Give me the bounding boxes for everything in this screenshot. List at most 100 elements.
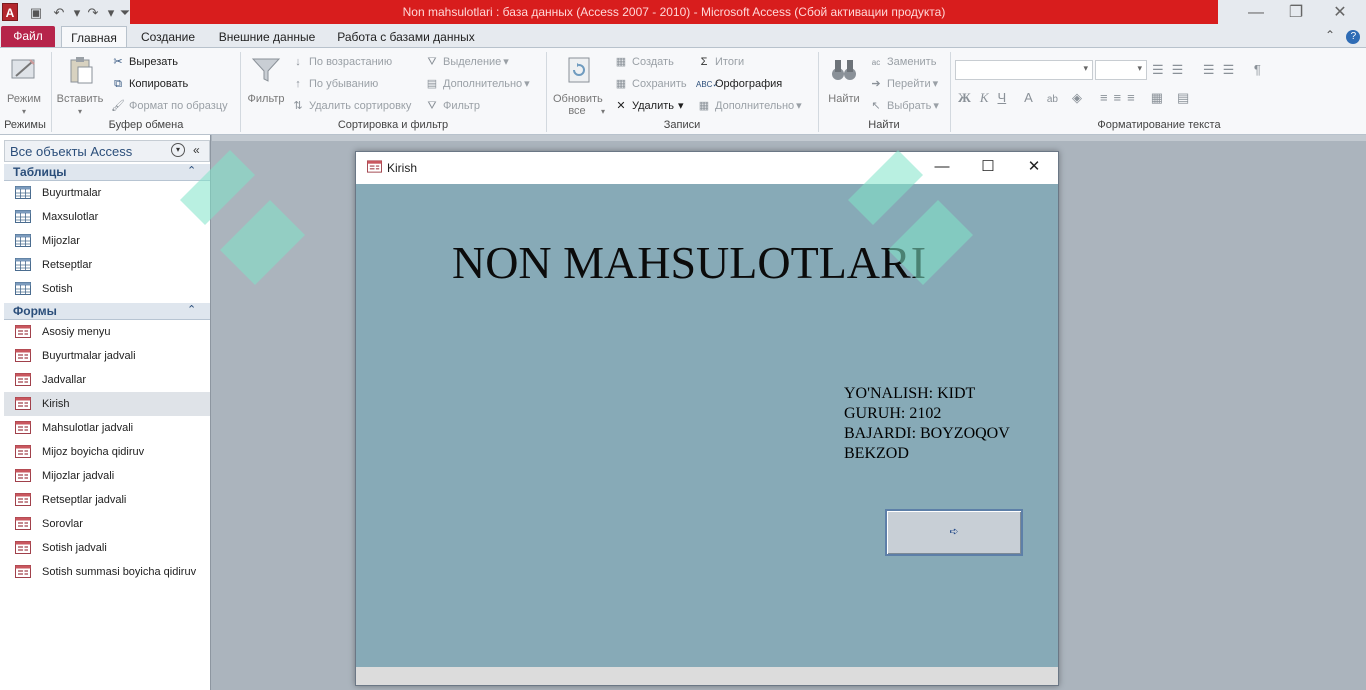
nav-item-label: Buyurtmalar [42, 187, 102, 199]
tab-home[interactable]: Главная [61, 26, 127, 48]
new-record-button[interactable]: ▦ Создать [613, 53, 674, 71]
goto-button[interactable]: ➔ Перейти ▾ [868, 75, 938, 93]
form-close-icon[interactable]: ✕ [1011, 152, 1057, 182]
tab-external-data[interactable]: Внешние данные [212, 26, 322, 48]
gridlines-icon[interactable]: ▦ [1151, 90, 1163, 105]
nav-item-form[interactable]: Buyurtmalar jadvali [4, 344, 210, 368]
sort-descending-button[interactable]: ↑ По убыванию [290, 75, 378, 93]
format-painter-button[interactable]: 🖌 Формат по образцу [110, 97, 228, 115]
nav-item-table[interactable]: Retseptlar [4, 253, 210, 277]
delete-record-button[interactable]: ✕ Удалить ▾ [613, 97, 683, 115]
copy-button[interactable]: ⧉ Копировать [110, 75, 188, 93]
select-button[interactable]: ↖ Выбрать ▾ [868, 97, 938, 115]
form-icon [367, 160, 382, 173]
paste-button[interactable]: Вставить ▾ [54, 54, 106, 118]
group-separator [546, 52, 547, 132]
nav-item-label: Mijoz boyicha qidiruv [42, 446, 145, 458]
help-icon[interactable]: ? [1346, 30, 1361, 44]
nav-item-form[interactable]: Sorovlar [4, 512, 210, 536]
selection-filter-icon: ⛛ [427, 56, 437, 68]
spelling-button[interactable]: ABC✓Орфография [696, 75, 782, 93]
font-color-icon[interactable]: A [1024, 90, 1033, 105]
nav-item-table[interactable]: Maxsulotlar [4, 205, 210, 229]
undo-icon[interactable]: ↶ [50, 4, 68, 22]
nav-item-form[interactable]: Mijozlar jadvali [4, 464, 210, 488]
tab-database-tools[interactable]: Работа с базами данных [332, 26, 480, 48]
font-size-combo[interactable]: ▾ [1095, 60, 1147, 80]
nav-item-table[interactable]: Sotish [4, 277, 210, 301]
nav-item-table[interactable]: Buyurtmalar [4, 181, 210, 205]
totals-button[interactable]: Σ Итоги [696, 53, 745, 71]
info-group: GURUH: 2102 [844, 405, 942, 422]
group-separator [950, 52, 951, 132]
minimize-icon[interactable]: — [1236, 2, 1276, 24]
close-icon[interactable]: ✕ [1320, 2, 1360, 24]
nav-item-label: Sotish [42, 283, 73, 295]
nav-item-label: Mijozlar [42, 235, 80, 247]
minimize-ribbon-icon[interactable]: ⌃ [1325, 28, 1335, 42]
nav-pane-title[interactable]: Все объекты Access [10, 144, 132, 159]
toggle-filter-button[interactable]: ⛛ Фильтр [424, 97, 480, 115]
find-button[interactable]: Найти [822, 54, 866, 105]
view-mode-button[interactable]: Режим ▾ [2, 54, 46, 118]
save-record-button[interactable]: ▦ Сохранить [613, 75, 687, 93]
nav-item-label: Sotish summasi boyicha qidiruv [42, 566, 197, 578]
goto-arrow-icon: ➔ [871, 78, 881, 90]
selection-button[interactable]: ⛛ Выделение ▾ [424, 53, 508, 71]
shutter-bar-close-icon[interactable]: « [193, 143, 200, 157]
restore-icon[interactable]: ❐ [1276, 2, 1316, 24]
list-format-icons[interactable]: ☰☰ ☰☰ ¶ [1152, 62, 1269, 78]
nav-item-form[interactable]: Sotish jadvali [4, 536, 210, 560]
align-icons[interactable]: ≡≡≡ [1100, 90, 1141, 105]
select-cursor-icon: ↖ [871, 100, 881, 112]
spelling-check-icon: ABC✓ [696, 80, 720, 89]
italic-icon[interactable]: К [980, 90, 989, 105]
sigma-icon: Σ [700, 56, 708, 68]
design-view-icon [11, 59, 35, 79]
next-button[interactable]: ➪ [885, 509, 1023, 556]
ribbon-help-area: ⌃ ? [1325, 28, 1365, 46]
tab-file[interactable]: Файл [1, 26, 55, 47]
group-separator [818, 52, 819, 132]
nav-item-form[interactable]: Mijoz boyicha qidiruv [4, 440, 210, 464]
bold-icon[interactable]: Ж [958, 90, 971, 105]
advanced-filter-button[interactable]: ▤ Дополнительно ▾ [424, 75, 530, 93]
remove-sort-button[interactable]: ⇅ Удалить сортировку [290, 97, 411, 115]
group-label-sort-filter: Сортировка и фильтр [337, 119, 449, 131]
form-maximize-icon[interactable]: ☐ [965, 152, 1011, 182]
more-records-button[interactable]: ▦ Дополнительно ▾ [696, 97, 802, 115]
highlight-icon[interactable]: ab [1047, 94, 1058, 105]
sort-ascending-button[interactable]: ↓ По возрастанию [290, 53, 392, 71]
alternate-row-icon[interactable]: ▤ [1177, 90, 1189, 105]
nav-menu-dropdown-icon[interactable]: ▾ [171, 143, 185, 157]
form-footer [356, 667, 1058, 685]
filter-button[interactable]: Фильтр [244, 54, 288, 105]
delete-x-icon: ✕ [616, 100, 626, 112]
nav-item-form[interactable]: Mahsulotlar jadvali [4, 416, 210, 440]
text-style-icons[interactable]: Ж К Ч Aab ◈ ≡≡≡ ▦ ▤ [958, 90, 1189, 106]
form-icon [15, 373, 31, 386]
tab-create[interactable]: Создание [134, 26, 202, 48]
form-icon [15, 493, 31, 506]
font-name-combo[interactable]: ▾ [955, 60, 1093, 80]
form-minimize-icon[interactable]: — [919, 152, 965, 182]
nav-item-form[interactable]: Sotish summasi boyicha qidiruv [4, 560, 210, 584]
underline-icon[interactable]: Ч [998, 90, 1007, 105]
replace-button[interactable]: ac Заменить [868, 53, 937, 71]
fill-color-icon[interactable]: ◈ [1072, 90, 1082, 105]
save-record-icon: ▦ [615, 78, 627, 90]
collapse-section-icon[interactable]: ⌃ [187, 164, 196, 177]
nav-item-form[interactable]: Retseptlar jadvali [4, 488, 210, 512]
save-icon[interactable]: ▣ [27, 4, 45, 22]
cut-button[interactable]: ✂ Вырезать [110, 53, 178, 71]
nav-item-form[interactable]: Asosiy menyu [4, 320, 210, 344]
refresh-all-button[interactable]: Обновить все ▾ [550, 54, 608, 118]
nav-item-form[interactable]: Jadvallar [4, 368, 210, 392]
form-icon [15, 349, 31, 362]
redo-icon[interactable]: ↷ [84, 4, 102, 22]
access-app-icon[interactable]: A [2, 3, 18, 21]
replace-icon: ac [871, 58, 881, 67]
collapse-section-icon[interactable]: ⌃ [187, 303, 196, 316]
nav-item-form-selected[interactable]: Kirish [4, 392, 210, 416]
nav-item-table[interactable]: Mijozlar [4, 229, 210, 253]
